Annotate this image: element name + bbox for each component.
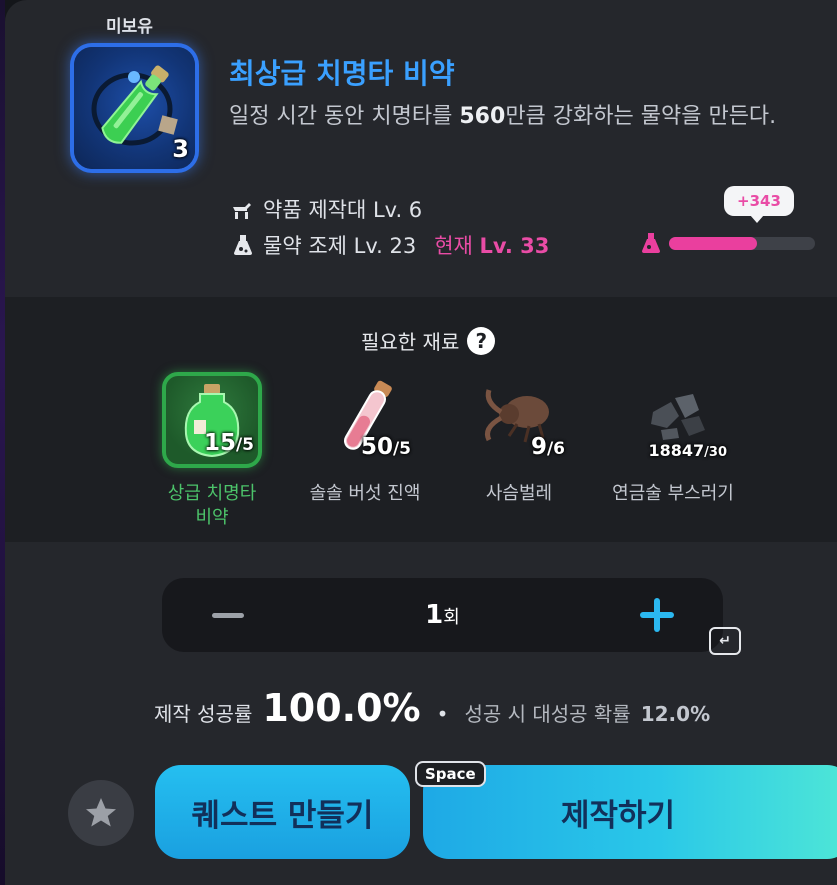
progress-track [669,237,815,250]
material-quantity: 18847/30 [648,441,727,460]
create-quest-button[interactable]: 퀘스트 만들기 [155,765,410,859]
current-level: 현재 Lv. 33 [434,230,549,260]
material-name-line1: 사슴벌레 [485,483,553,504]
material-quantity: 15/5 [204,430,254,456]
craft-button-label: 제작하기 [560,797,676,834]
material-name-line1: 연금술 부스러기 [612,483,734,504]
success-rate-label: 제작 성공률 [154,702,253,726]
crafting-panel: 미보유 3 최상급 치명타 비약 일정 시간 동안 치명타를 560만큼 강화하… [5,0,837,885]
description-prefix: 일정 시간 동안 치명타를 [229,104,460,129]
workbench-icon [233,203,251,219]
pink-flask-icon [642,233,660,253]
owned-status: 미보유 [106,17,153,37]
material-need: /5 [235,435,254,455]
material-quantity: 50/5 [361,434,411,460]
quantity-stepper: 1회 [162,578,723,652]
item-icon-frame[interactable]: 3 [74,47,195,169]
progress-fill [669,237,757,250]
material-name: 사슴벌레 [444,482,594,506]
quantity-value[interactable]: 1회 [162,600,723,630]
enter-key-hint: ↵ [709,627,741,655]
material-need: /5 [392,439,411,459]
current-level-value: Lv. 33 [479,234,550,258]
station-label: 약품 제작대 Lv. 6 [263,198,423,222]
materials-title-text: 필요한 재료 [361,330,460,354]
material-name: 상급 치명타 비약 [137,482,287,530]
description-value: 560 [459,104,506,129]
rate-separator: • [436,702,449,726]
material-have: 18847 [648,441,705,460]
current-prefix: 현재 [434,234,473,258]
material-need: /30 [704,445,727,460]
success-rate-row: 제작 성공률 100.0% • 성공 시 대성공 확률 12.0% [154,686,710,730]
skill-label: 물약 조제 Lv. 23 [263,234,417,258]
quantity-unit: 회 [443,607,460,628]
help-icon[interactable]: ? [467,326,496,355]
materials-title: 필요한 재료 ? [361,326,496,355]
material-slot: 9/6 [469,372,569,468]
favorite-button[interactable] [68,780,134,846]
material-item[interactable]: 9/6 사슴벌레 [444,372,594,506]
material-have: 50 [360,434,393,460]
material-name-line1: 솔솔 버섯 진액 [309,483,421,504]
material-item[interactable]: 18847/30 연금술 부스러기 [598,372,748,506]
material-item[interactable]: 15/5 상급 치명타 비약 [137,372,287,530]
increase-button[interactable] [640,598,674,632]
great-success-label: 성공 시 대성공 확률 [464,702,631,726]
material-name-line1: 상급 치명타 [167,483,257,504]
material-need: /6 [546,439,565,459]
description-suffix: 만큼 강화하는 물약을 만든다. [505,104,777,129]
item-title: 최상급 치명타 비약 [229,57,455,90]
item-description: 일정 시간 동안 치명타를 560만큼 강화하는 물약을 만든다. [229,99,799,135]
material-slot: 50/5 [315,372,415,468]
material-name: 연금술 부스러기 [598,482,748,506]
great-success-value: 12.0% [640,702,711,726]
space-key-hint: Space [415,761,486,787]
material-name-line2: 비약 [195,507,229,528]
material-have: 15 [203,430,236,456]
material-slot: 15/5 [162,372,262,468]
material-have: 9 [530,434,547,460]
quantity-number: 1 [425,600,444,630]
material-quantity: 9/6 [531,434,565,460]
station-requirement: 약품 제작대 Lv. 6 [231,194,422,224]
skill-progress [635,224,817,264]
material-name: 솔솔 버섯 진액 [290,482,440,506]
xp-gain-bubble: +343 [724,186,794,223]
skill-requirement: 물약 조제 Lv. 23 현재 Lv. 33 [231,230,549,260]
material-slot: 18847/30 [623,372,727,468]
material-item[interactable]: 50/5 솔솔 버섯 진액 [290,372,440,506]
success-rate-value: 100.0% [262,686,421,730]
star-icon [86,798,116,827]
flask-icon [234,235,252,255]
item-count: 3 [172,135,189,163]
